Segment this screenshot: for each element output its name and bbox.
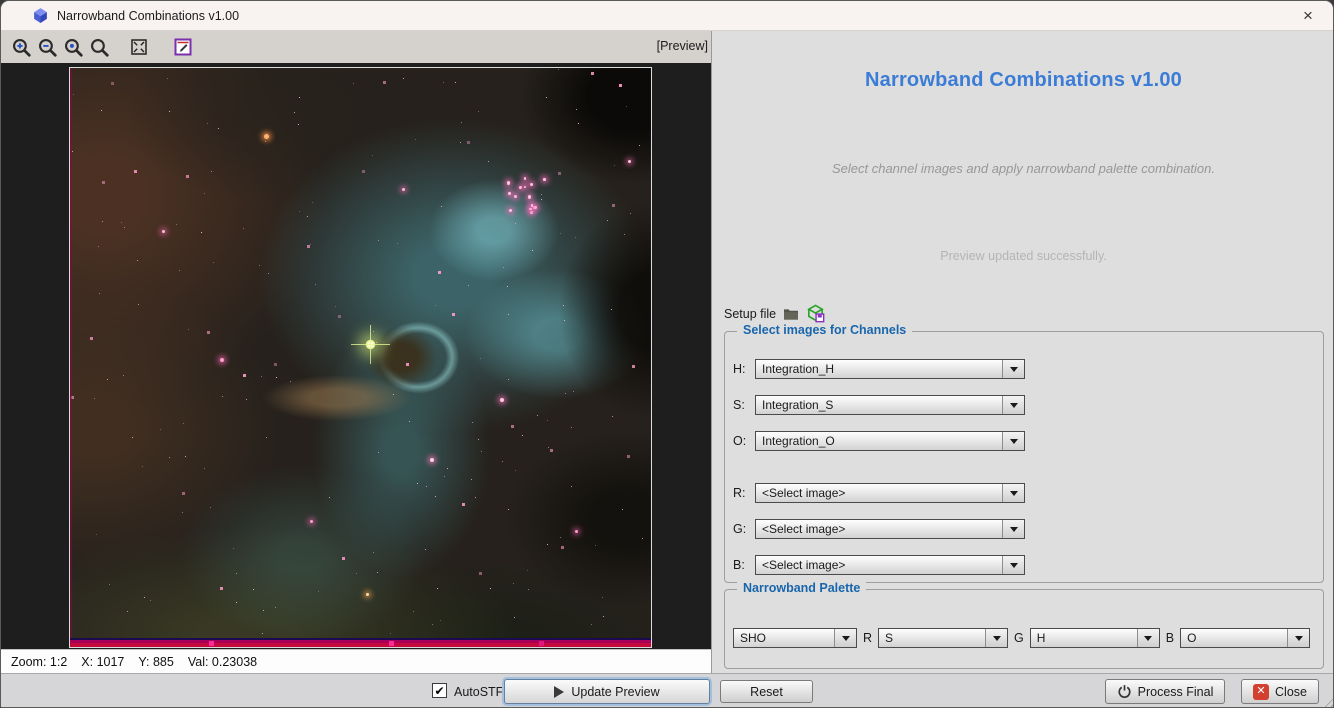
chevron-down-icon	[1002, 432, 1024, 450]
narrowband-combinations-window: Narrowband Combinations v1.00 ×	[0, 0, 1334, 708]
status-y: Y: 885	[138, 655, 173, 669]
star	[162, 230, 165, 233]
resize-grip[interactable]	[1321, 695, 1333, 707]
channel-select-b[interactable]: <Select image>	[755, 555, 1025, 575]
channel-select-o[interactable]: Integration_O	[755, 431, 1025, 451]
palette-b-select[interactable]: O	[1180, 628, 1310, 648]
chevron-down-icon	[985, 629, 1007, 647]
channel-row-s: S: Integration_S	[733, 395, 1025, 415]
star	[509, 209, 512, 212]
save-setup-icon[interactable]	[806, 304, 825, 323]
chevron-down-icon	[834, 629, 856, 647]
palette-group: Narrowband Palette SHO R S G H B	[724, 589, 1324, 669]
channel-select-h[interactable]: Integration_H	[755, 359, 1025, 379]
new-preview-icon[interactable]	[171, 35, 195, 59]
star	[310, 520, 313, 523]
preview-target-label: [Preview]	[657, 39, 708, 53]
status-message: Preview updated successfully.	[712, 249, 1334, 263]
play-icon	[554, 686, 564, 698]
star	[430, 458, 434, 462]
star	[500, 398, 504, 402]
process-final-button[interactable]: Process Final	[1105, 679, 1225, 704]
channel-select-s[interactable]: Integration_S	[755, 395, 1025, 415]
chevron-down-icon	[1002, 520, 1024, 538]
star	[628, 160, 631, 163]
star	[366, 593, 369, 596]
chevron-down-icon	[1002, 484, 1024, 502]
palette-select[interactable]: SHO	[733, 628, 857, 648]
channel-select-g[interactable]: <Select image>	[755, 519, 1025, 539]
autostf-label: AutoSTF	[454, 685, 503, 699]
fit-view-icon[interactable]	[127, 35, 151, 59]
star	[402, 188, 405, 191]
star	[533, 206, 537, 210]
close-button[interactable]: ✕ Close	[1241, 679, 1319, 704]
power-icon	[1117, 684, 1132, 699]
action-bar: ✔ AutoSTF Update Preview Reset Process F…	[1, 673, 1334, 708]
star	[519, 186, 522, 189]
chevron-down-icon	[1002, 396, 1024, 414]
palette-r-select[interactable]: S	[878, 628, 1008, 648]
channel-row-r: R: <Select image>	[733, 483, 1025, 503]
status-zoom: Zoom: 1:2	[11, 655, 67, 669]
eta-carinae-star	[365, 339, 376, 350]
palette-row: SHO R S G H B O	[733, 628, 1310, 648]
window-close-icon[interactable]: ×	[1295, 3, 1321, 29]
star	[524, 177, 527, 180]
chevron-down-icon	[1002, 556, 1024, 574]
star	[514, 195, 518, 199]
setup-file-row: Setup file	[724, 304, 825, 323]
zoom-out-icon[interactable]	[35, 35, 59, 59]
zoom-in-icon[interactable]	[9, 35, 33, 59]
status-bar: Zoom: 1:2 X: 1017 Y: 885 Val: 0.23038	[1, 649, 711, 673]
image-viewport	[1, 63, 711, 649]
zoom-search-icon[interactable]	[87, 35, 111, 59]
palette-group-title: Narrowband Palette	[737, 581, 866, 595]
star	[529, 208, 532, 211]
reset-button[interactable]: Reset	[720, 680, 813, 703]
settings-panel: Narrowband Combinations v1.00 Select cha…	[711, 31, 1334, 673]
star	[528, 195, 531, 198]
star	[220, 358, 224, 362]
star	[264, 134, 269, 139]
channels-group: Select images for Channels H: Integratio…	[724, 331, 1324, 583]
status-x: X: 1017	[81, 655, 124, 669]
star	[575, 530, 578, 533]
chevron-down-icon	[1002, 360, 1024, 378]
channel-row-o: O: Integration_O	[733, 431, 1025, 451]
window-title: Narrowband Combinations v1.00	[57, 9, 239, 23]
close-x-icon: ✕	[1253, 684, 1269, 700]
title-bar[interactable]: Narrowband Combinations v1.00 ×	[1, 1, 1334, 31]
channel-row-h: H: Integration_H	[733, 359, 1025, 379]
star	[543, 178, 545, 180]
update-preview-button[interactable]: Update Preview	[504, 679, 710, 704]
preview-image-carina-nebula[interactable]	[69, 67, 652, 648]
app-icon	[32, 7, 49, 24]
chevron-down-icon	[1287, 629, 1309, 647]
star	[530, 211, 533, 214]
page-subtitle: Select channel images and apply narrowba…	[712, 161, 1334, 176]
status-val: Val: 0.23038	[188, 655, 257, 669]
zoom-actual-size-icon[interactable]	[61, 35, 85, 59]
channels-group-title: Select images for Channels	[737, 323, 912, 337]
channel-row-b: B: <Select image>	[733, 555, 1025, 575]
image-edge-artifact-bottom	[70, 638, 651, 647]
palette-g-select[interactable]: H	[1030, 628, 1160, 648]
channel-select-r[interactable]: <Select image>	[755, 483, 1025, 503]
star	[530, 183, 533, 186]
page-title: Narrowband Combinations v1.00	[712, 69, 1334, 92]
autostf-checkbox[interactable]: ✔	[432, 683, 447, 698]
image-edge-artifact-left	[70, 68, 72, 647]
star	[507, 181, 510, 184]
chevron-down-icon	[1137, 629, 1159, 647]
channel-row-g: G: <Select image>	[733, 519, 1025, 539]
view-toolbar: [Preview]	[1, 31, 711, 63]
star	[524, 186, 526, 188]
folder-icon[interactable]	[783, 307, 799, 321]
setup-file-label: Setup file	[724, 307, 776, 321]
star	[508, 192, 510, 194]
